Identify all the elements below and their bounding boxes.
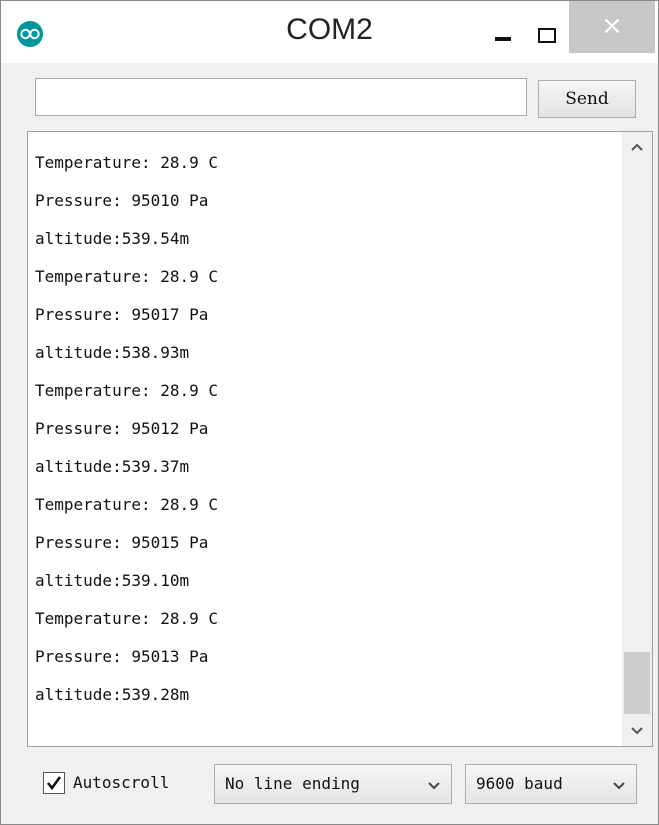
serial-output[interactable]: Temperature: 28.9 C Pressure: 95010 Pa a…	[27, 131, 653, 747]
baud-rate-value: 9600 baud	[476, 774, 563, 793]
output-line: altitude:539.54m	[35, 229, 190, 248]
output-line: Temperature: 28.9 C	[35, 609, 219, 628]
output-line: Temperature: 28.9 C	[35, 153, 219, 172]
chevron-up-icon	[631, 143, 643, 151]
output-line: Pressure: 95015 Pa	[35, 533, 209, 552]
output-line: Pressure: 95012 Pa	[35, 419, 209, 438]
title-bar[interactable]: COM2 ×	[1, 1, 658, 63]
output-line: Temperature: 28.9 C	[35, 495, 219, 514]
serial-monitor-window: COM2 × Send Temperature: 28.9 C Pressure…	[0, 0, 659, 825]
output-line: Temperature: 28.9 C	[35, 267, 219, 286]
maximize-button[interactable]	[528, 7, 566, 51]
output-line: altitude:539.28m	[35, 685, 190, 704]
autoscroll-checkbox[interactable]	[43, 772, 65, 794]
minimize-button[interactable]	[482, 7, 526, 51]
output-line: Pressure: 95013 Pa	[35, 647, 209, 666]
output-line: altitude:539.37m	[35, 457, 190, 476]
line-ending-select[interactable]: No line ending	[214, 764, 452, 804]
baud-rate-select[interactable]: 9600 baud	[465, 764, 637, 804]
chevron-down-icon	[631, 727, 643, 735]
autoscroll-label[interactable]: Autoscroll	[73, 769, 169, 797]
chevron-down-icon	[428, 782, 440, 790]
output-lines: Temperature: 28.9 C Pressure: 95010 Pa a…	[35, 144, 218, 714]
scroll-down-button[interactable]	[622, 716, 652, 746]
vertical-scrollbar[interactable]	[622, 132, 652, 746]
line-ending-value: No line ending	[225, 774, 360, 793]
output-line: Pressure: 95017 Pa	[35, 305, 209, 324]
close-button[interactable]: ×	[569, 1, 655, 53]
chevron-down-icon	[613, 782, 625, 790]
send-input[interactable]	[35, 78, 527, 116]
output-line: altitude:538.93m	[35, 343, 190, 362]
send-button[interactable]: Send	[538, 80, 636, 118]
send-row: Send	[1, 63, 658, 131]
close-icon: ×	[601, 11, 623, 41]
output-line: Pressure: 95010 Pa	[35, 191, 209, 210]
footer-bar: Autoscroll No line ending 9600 baud	[1, 747, 658, 824]
scrollbar-thumb[interactable]	[624, 652, 650, 714]
checkmark-icon	[46, 776, 62, 791]
output-line: altitude:539.10m	[35, 571, 190, 590]
scroll-up-button[interactable]	[622, 132, 652, 162]
output-line: Temperature: 28.9 C	[35, 381, 219, 400]
